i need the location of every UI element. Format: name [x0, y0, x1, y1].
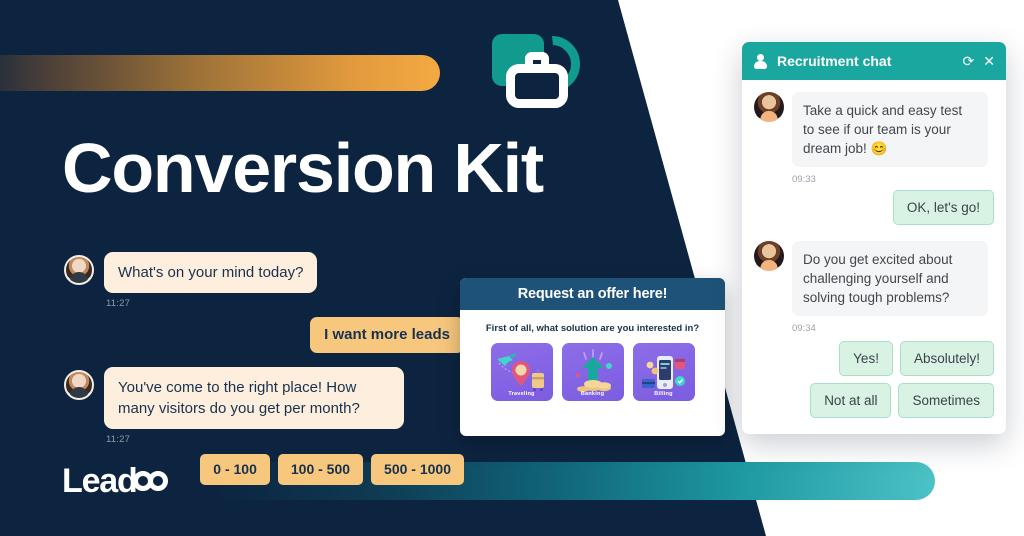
leadoo-logo-text: Lead — [62, 462, 138, 500]
avatar — [64, 255, 94, 285]
bot-bubble-text: Do you get excited about challenging you… — [792, 241, 988, 316]
close-icon[interactable]: ✕ — [983, 54, 995, 68]
offer-card-choices: Traveling Banking Billing — [460, 343, 725, 401]
refresh-icon[interactable]: ⟳ — [963, 54, 975, 68]
chat-message-bot: Do you get excited about challenging you… — [754, 241, 994, 316]
answer-option-yes[interactable]: Yes! — [839, 341, 893, 376]
message-timestamp: 09:33 — [792, 174, 816, 185]
offer-choice-label: Banking — [580, 391, 605, 397]
offer-choice-billing[interactable]: Billing — [632, 343, 695, 401]
orange-accent-bar — [0, 55, 440, 91]
briefcase-icon-body — [506, 64, 568, 108]
answer-options: Yes! Absolutely! Not at all Sometimes — [754, 341, 994, 418]
quick-reply-option-1[interactable]: 100 - 500 — [277, 454, 364, 485]
offer-choice-label: Billing — [654, 391, 673, 397]
avatar — [64, 370, 94, 400]
chat-message-bot: You've come to the right place! How many… — [64, 367, 464, 429]
answer-option-sometimes[interactable]: Sometimes — [898, 383, 994, 418]
avatar — [754, 92, 784, 122]
chat-message-bot: What's on your mind today? — [64, 252, 464, 293]
offer-card-question: First of all, what solution are you inte… — [485, 323, 700, 334]
message-timestamp: 11:27 — [106, 298, 131, 309]
user-reply-chip[interactable]: OK, let's go! — [892, 190, 994, 225]
message-timestamp: 11:27 — [106, 434, 131, 445]
chat-widget-body: Take a quick and easy test to see if our… — [742, 80, 1006, 434]
offer-choice-label: Traveling — [508, 391, 535, 397]
leadoo-logo: Lead — [62, 462, 173, 500]
dark-chat-conversation: What's on your mind today? 11:27 I want … — [64, 252, 464, 485]
infinity-icon — [132, 470, 173, 492]
quick-reply-option-0[interactable]: 0 - 100 — [200, 454, 270, 485]
chat-widget-title: Recruitment chat — [777, 53, 892, 69]
offer-choice-traveling[interactable]: Traveling — [490, 343, 553, 401]
bot-bubble-text: You've come to the right place! How many… — [104, 367, 404, 429]
user-bubble-text[interactable]: I want more leads — [310, 317, 464, 353]
answer-option-absolutely[interactable]: Absolutely! — [899, 341, 994, 376]
chat-message-bot: Take a quick and easy test to see if our… — [754, 92, 994, 167]
person-icon — [753, 53, 768, 69]
recruitment-chat-widget: Recruitment chat ⟳ ✕ Take a quick and ea… — [742, 42, 1006, 434]
briefcase-icon — [488, 30, 580, 112]
offer-choice-banking[interactable]: Banking — [561, 343, 624, 401]
bot-bubble-text: Take a quick and easy test to see if our… — [792, 92, 988, 167]
hero-banner: Conversion Kit What's on your mind today… — [0, 0, 1024, 536]
chat-message-user: OK, let's go! — [754, 190, 994, 225]
page-title: Conversion Kit — [62, 129, 544, 207]
bot-bubble-text: What's on your mind today? — [104, 252, 318, 293]
chat-widget-header: Recruitment chat ⟳ ✕ — [742, 42, 1006, 80]
chat-message-user: I want more leads — [64, 317, 464, 353]
answer-option-not-at-all[interactable]: Not at all — [810, 383, 892, 418]
offer-request-card: Request an offer here! First of all, wha… — [460, 278, 725, 436]
message-timestamp: 09:34 — [792, 323, 816, 334]
quick-reply-option-2[interactable]: 500 - 1000 — [371, 454, 464, 485]
offer-card-header: Request an offer here! — [460, 278, 725, 310]
avatar — [754, 241, 784, 271]
